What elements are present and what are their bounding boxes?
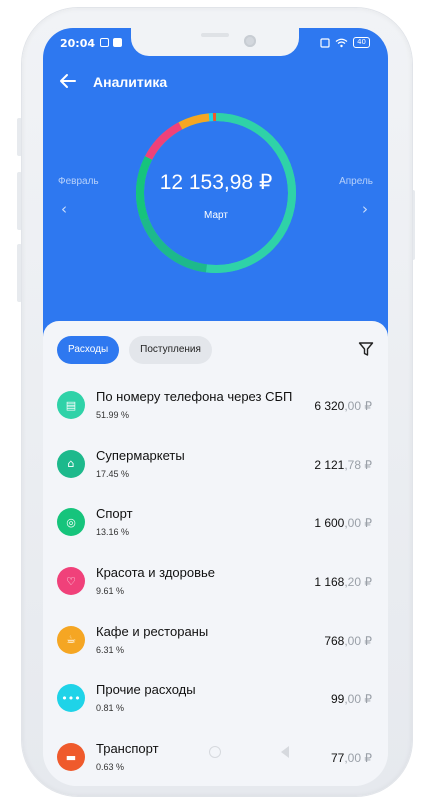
amount-integer: 99 <box>330 692 345 707</box>
back-button-icon[interactable] <box>281 746 289 758</box>
category-percent: 0.81 % <box>96 703 125 714</box>
app-screen: 20:04 40 Аналитика Февраль ‹ Апрель › 12… <box>43 28 388 786</box>
category-amount: 6 320,00 ₽ <box>314 399 372 413</box>
tab-income[interactable]: Поступления <box>129 336 212 364</box>
notification-icons <box>100 38 122 47</box>
mail-icon <box>100 38 109 47</box>
store-icon: ⌂ <box>57 449 85 478</box>
category-name: Кафе и рестораны <box>96 623 209 639</box>
category-name: Прочие расходы <box>96 682 196 698</box>
category-amount: 99,00 ₽ <box>331 692 372 706</box>
app-notification-icon <box>113 38 122 47</box>
amount-integer: 6 320 <box>314 399 345 413</box>
next-month-label[interactable]: Апрель <box>339 176 373 187</box>
type-tabs: Расходы Поступления <box>57 336 212 364</box>
amount-decimal: ,78 ₽ <box>344 457 372 472</box>
back-arrow-icon[interactable] <box>57 70 79 92</box>
dots-icon: ••• <box>57 684 85 713</box>
category-row[interactable]: ⌂ Супермаркеты 17.45 % 2 121,78 ₽ <box>43 436 388 495</box>
ball-icon: ◎ <box>57 508 85 537</box>
heart-icon: ♡ <box>57 567 85 596</box>
amount-integer: 2 121 <box>314 457 345 472</box>
category-row[interactable]: ◎ Спорт 13.16 % 1 600,00 ₽ <box>43 494 388 553</box>
tab-expenses[interactable]: Расходы <box>57 336 120 364</box>
amount-decimal: ,00 ₽ <box>344 633 372 648</box>
speaker <box>201 33 229 37</box>
amount-integer: 768 <box>324 633 345 648</box>
category-percent: 13.16 % <box>96 527 130 538</box>
category-amount: 768,00 ₽ <box>324 634 372 648</box>
chevron-right-icon[interactable]: › <box>362 200 368 218</box>
cup-icon: ☕ <box>57 625 85 654</box>
category-row[interactable]: ☕ Кафе и рестораны 6.31 % 768,00 ₽ <box>43 612 388 671</box>
amount-decimal: ,00 ₽ <box>344 399 372 413</box>
filter-icon[interactable] <box>358 341 374 357</box>
amount-decimal: ,00 ₽ <box>344 692 372 707</box>
category-row[interactable]: ••• Прочие расходы 0.81 % 99,00 ₽ <box>43 670 388 729</box>
sim-icon <box>320 37 330 48</box>
wifi-icon <box>335 38 348 47</box>
amount-integer: 1 600 <box>314 516 345 531</box>
category-amount: 1 600,00 ₽ <box>314 516 372 530</box>
spending-donut: 12 153,98 ₽ Март <box>133 110 299 276</box>
category-percent: 6.31 % <box>96 644 125 655</box>
category-amount: 2 121,78 ₽ <box>314 458 372 472</box>
system-nav-bar <box>43 740 388 770</box>
chevron-left-icon[interactable]: ‹ <box>61 200 67 218</box>
category-percent: 17.45 % <box>96 468 130 479</box>
category-percent: 9.61 % <box>96 586 125 597</box>
category-name: Супермаркеты <box>96 447 185 463</box>
current-month: Март <box>204 210 228 221</box>
prev-month-label[interactable]: Февраль <box>58 176 99 187</box>
category-name: Красота и здоровье <box>96 565 216 581</box>
category-percent: 51.99 % <box>96 410 130 420</box>
categories-sheet: Расходы Поступления ▤ По номеру телефона … <box>43 321 388 786</box>
phone-transfer-icon: ▤ <box>57 391 85 419</box>
category-amount: 1 168,20 ₽ <box>314 575 372 589</box>
category-name: По номеру телефона через СБП <box>96 389 293 404</box>
amount-decimal: ,00 ₽ <box>344 516 372 531</box>
home-button-icon[interactable] <box>209 746 221 758</box>
total-amount: 12 153,98 ₽ <box>159 171 273 194</box>
amount-decimal: ,20 ₽ <box>344 575 372 590</box>
battery-icon: 40 <box>353 37 370 48</box>
page-title: Аналитика <box>93 74 168 90</box>
category-row[interactable]: ♡ Красота и здоровье 9.61 % 1 168,20 ₽ <box>43 553 388 612</box>
app-header: Аналитика <box>43 68 388 98</box>
amount-integer: 1 168 <box>314 575 345 590</box>
category-row[interactable]: ▤ По номеру телефона через СБП 51.99 % 6 32… <box>43 377 388 436</box>
category-name: Спорт <box>96 506 133 522</box>
system-icons: 40 <box>320 37 370 48</box>
status-time: 20:04 <box>60 37 96 50</box>
category-list: ▤ По номеру телефона через СБП 51.99 % 6 32… <box>43 377 388 786</box>
camera-notch <box>131 28 299 56</box>
camera-lens <box>244 35 256 47</box>
